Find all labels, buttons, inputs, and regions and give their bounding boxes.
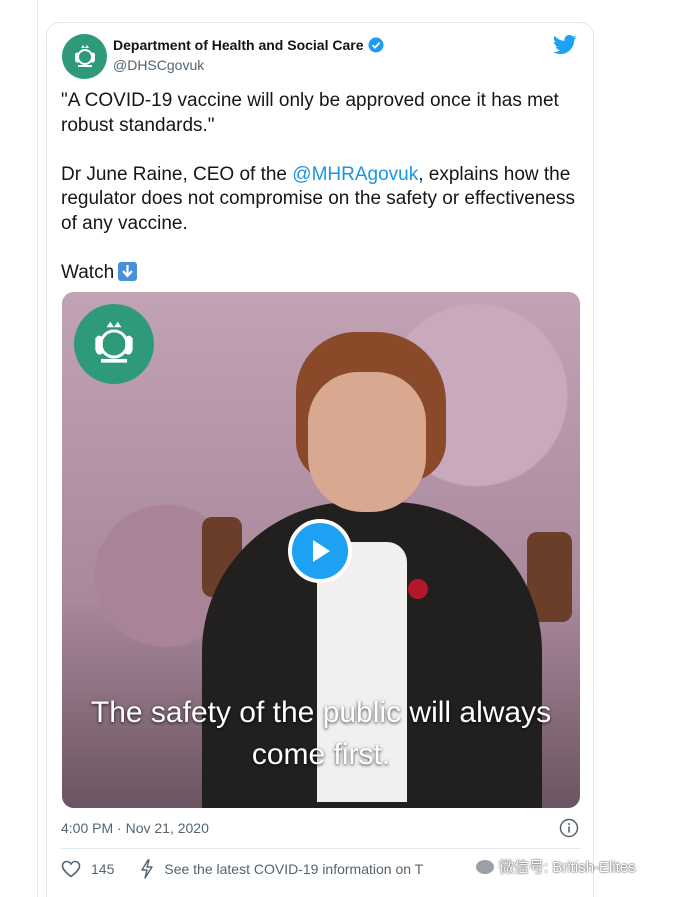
divider — [61, 848, 581, 849]
tweet-card[interactable]: Department of Health and Social Care @DH… — [46, 22, 594, 897]
wechat-watermark: 微信号: British-Elites — [476, 856, 636, 877]
twitter-bird-icon[interactable] — [552, 35, 577, 60]
action-bar: 145 See the latest COVID-19 information … — [61, 859, 423, 879]
video-player[interactable]: The safety of the public will always com… — [62, 292, 580, 808]
verified-badge-icon — [368, 37, 384, 53]
covid-info-text[interactable]: See the latest COVID-19 information on T — [164, 861, 423, 877]
wechat-icon — [476, 859, 494, 874]
heart-icon — [61, 860, 81, 878]
lightning-icon — [141, 859, 154, 879]
speaker-face — [308, 372, 426, 512]
play-icon — [313, 540, 330, 562]
author-name[interactable]: Department of Health and Social Care — [113, 37, 364, 53]
video-caption: The safety of the public will always com… — [90, 696, 552, 771]
author-name-row[interactable]: Department of Health and Social Care — [113, 37, 384, 53]
like-count: 145 — [91, 861, 115, 877]
play-button[interactable] — [288, 519, 352, 583]
avatar[interactable] — [62, 34, 107, 79]
video-crest-logo — [74, 304, 154, 384]
page-left-rule — [37, 0, 38, 897]
watermark-text: 微信号: British-Elites — [499, 859, 636, 876]
tweet-timestamp[interactable]: 4:00 PM · Nov 21, 2020 — [61, 820, 209, 836]
tweet-body-pre: Dr June Raine, CEO of the — [61, 163, 293, 185]
royal-crest-icon — [95, 321, 133, 363]
poppy-pin — [408, 579, 428, 599]
like-button[interactable]: 145 — [61, 860, 114, 878]
tweet-quote: "A COVID-19 vaccine will only be approve… — [61, 90, 565, 136]
covid-info-link[interactable]: See the latest COVID-19 information on T — [140, 859, 423, 879]
tweet-text: "A COVID-19 vaccine will only be approve… — [61, 89, 581, 285]
author-handle[interactable]: @DHSCgovuk — [113, 57, 204, 73]
royal-crest-icon — [74, 44, 95, 67]
mention-link[interactable]: @MHRAgovuk — [292, 164, 418, 185]
watch-label: Watch — [61, 261, 115, 283]
down-arrow-emoji-icon — [118, 261, 138, 281]
info-icon[interactable] — [559, 818, 579, 843]
